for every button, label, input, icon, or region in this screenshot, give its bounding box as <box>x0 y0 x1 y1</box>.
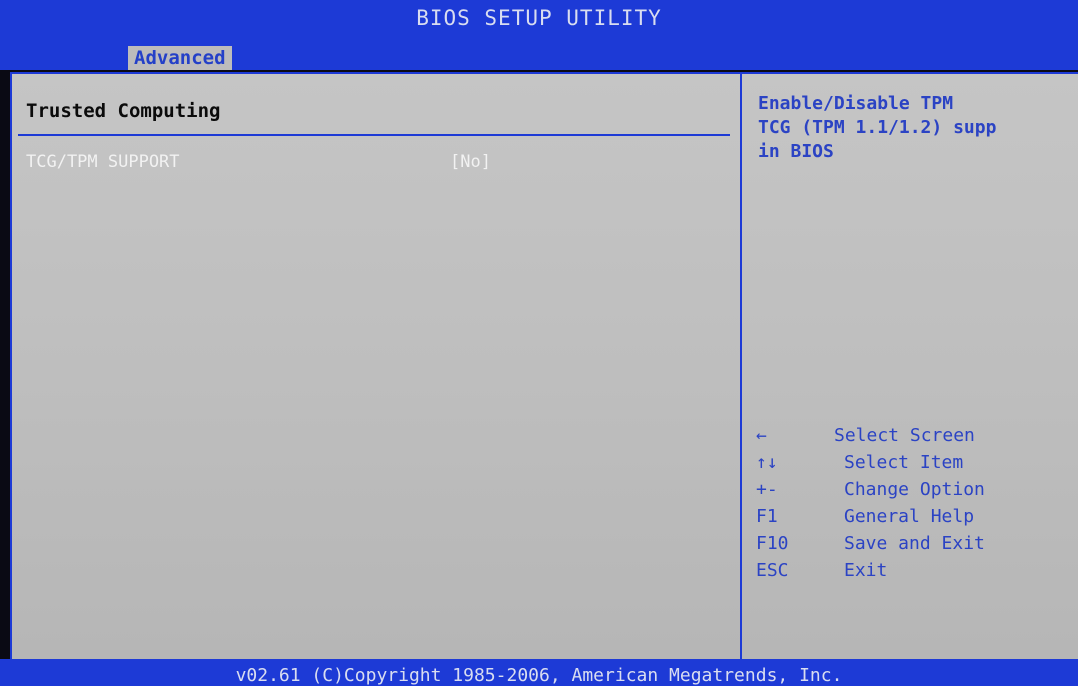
main-panel: Trusted Computing TCG/TPM SUPPORT [No] E… <box>10 72 1078 661</box>
footer-bar: v02.61 (C)Copyright 1985-2006, American … <box>0 659 1078 686</box>
key-description: Change Option <box>844 479 985 500</box>
key-description: Select Screen <box>834 425 975 446</box>
setting-value[interactable]: [No] <box>450 152 491 172</box>
title-bar: BIOS SETUP UTILITY <box>0 0 1078 44</box>
key-description: Save and Exit <box>844 533 985 554</box>
setting-row-tcg-tpm-support[interactable]: TCG/TPM SUPPORT [No] <box>12 152 732 178</box>
panel-divider <box>740 74 742 659</box>
up-down-arrow-key: ↑↓ <box>756 452 778 473</box>
help-line: TCG (TPM 1.1/1.2) supp <box>758 117 997 138</box>
key-legend: ← Select Screen ↑↓ Select Item +- Change… <box>756 422 1076 584</box>
plus-minus-key: +- <box>756 479 778 500</box>
key-row-save-exit: F10 Save and Exit <box>756 530 1076 557</box>
tab-advanced[interactable]: Advanced <box>128 46 232 70</box>
left-arrow-key: ← <box>756 425 767 446</box>
key-description: General Help <box>844 506 975 527</box>
help-line: in BIOS <box>758 141 834 162</box>
f10-key: F10 <box>756 533 789 554</box>
help-panel: Enable/Disable TPM TCG (TPM 1.1/1.2) sup… <box>758 92 1078 164</box>
copyright-text: v02.61 (C)Copyright 1985-2006, American … <box>235 665 843 686</box>
f1-key: F1 <box>756 506 778 527</box>
window-title: BIOS SETUP UTILITY <box>416 6 662 30</box>
esc-key: ESC <box>756 560 789 581</box>
key-row-select-item: ↑↓ Select Item <box>756 449 1076 476</box>
key-row-general-help: F1 General Help <box>756 503 1076 530</box>
section-divider <box>18 134 730 136</box>
help-line: Enable/Disable TPM <box>758 93 954 114</box>
key-description: Select Item <box>844 452 964 473</box>
key-row-change-option: +- Change Option <box>756 476 1076 503</box>
key-row-select-screen: ← Select Screen <box>756 422 1076 449</box>
key-row-exit: ESC Exit <box>756 557 1076 584</box>
setting-label: TCG/TPM SUPPORT <box>26 152 180 172</box>
section-title: Trusted Computing <box>26 100 221 122</box>
key-description: Exit <box>844 560 888 581</box>
